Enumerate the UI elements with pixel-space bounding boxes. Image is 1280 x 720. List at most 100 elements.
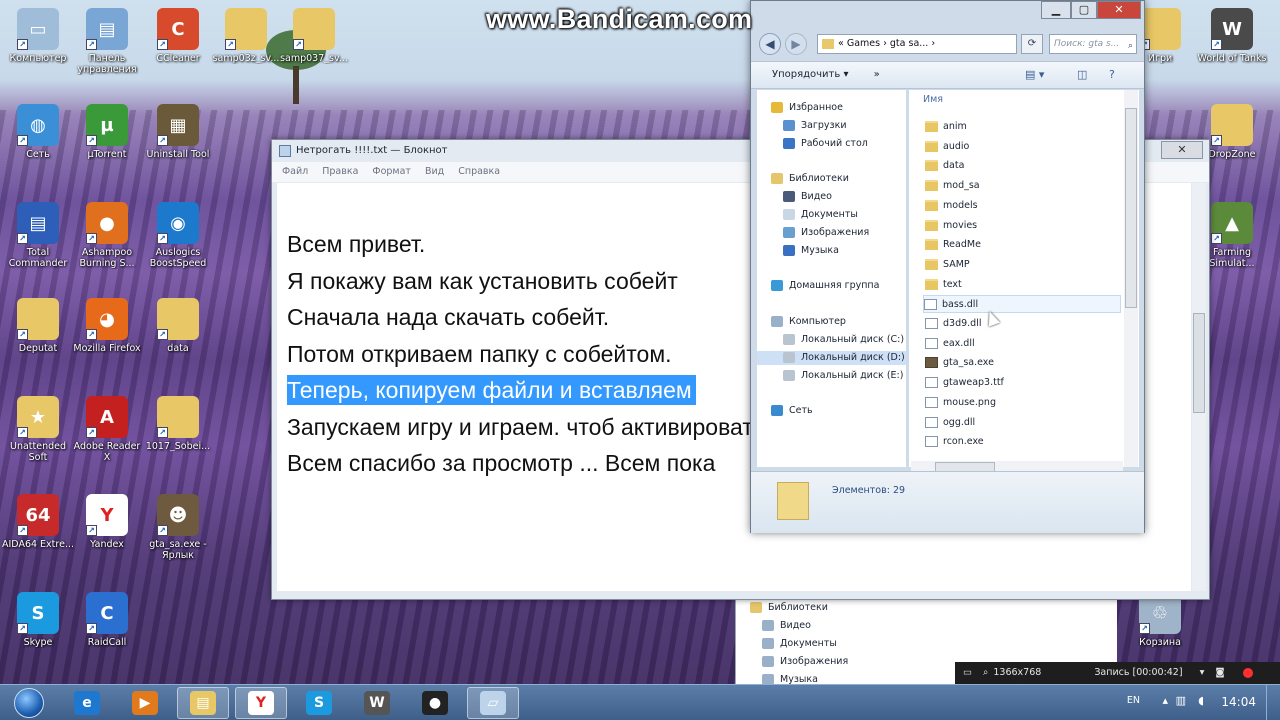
preview-pane-icon[interactable]: ◫: [1077, 67, 1087, 83]
organize-button[interactable]: Упорядочить ▾: [772, 69, 848, 80]
desktop-icon-14[interactable]: ★ ↗ Unattended Soft: [2, 396, 74, 463]
desktop-icon-12[interactable]: ◕ ↗ Mozilla Firefox: [71, 298, 143, 354]
nav-item[interactable]: Загрузки: [783, 119, 847, 133]
file-row[interactable]: models: [925, 197, 1123, 215]
desktop-icon-4[interactable]: ↗ samp037_sv...: [278, 8, 350, 64]
nav-item[interactable]: Домашняя группа: [771, 279, 879, 293]
search-icon[interactable]: ⌕: [983, 667, 988, 678]
desktop-icon-0[interactable]: ▭ ↗ Компьютер: [2, 8, 74, 64]
taskbar-media-button[interactable]: ▶: [119, 687, 171, 719]
close-button[interactable]: ✕: [1161, 141, 1203, 159]
explorer-window[interactable]: ▁ ▢ ✕ ◀ ▶ « Games › gta sa... › ⟳ Поиск:…: [750, 0, 1145, 533]
desktop-icon-8[interactable]: ▤ ↗ Total Commander: [2, 202, 74, 269]
desktop-icon-15[interactable]: A ↗ Adobe Reader X: [71, 396, 143, 463]
desktop-icon-20[interactable]: S ↗ Skype: [2, 592, 74, 648]
menu-item[interactable]: Файл: [282, 166, 308, 177]
nav-item[interactable]: Библиотеки: [750, 601, 828, 615]
name-column-header[interactable]: Имя: [923, 94, 943, 105]
nav-item[interactable]: Избранное: [771, 101, 843, 115]
nav-item[interactable]: Документы: [762, 637, 837, 651]
file-row[interactable]: ogg.dll: [925, 414, 1123, 432]
file-row[interactable]: gta_sa.exe: [925, 354, 1123, 372]
taskbar-world-of-tanks-button[interactable]: W: [351, 687, 403, 719]
desktop-icon-10[interactable]: ◉ ↗ Auslogics BoostSpeed: [142, 202, 214, 269]
breadcrumb[interactable]: « Games › gta sa... ›: [817, 34, 1017, 54]
desktop-icon-13[interactable]: ↗ data: [142, 298, 214, 354]
desktop-icon-1[interactable]: ▤ ↗ Панель управления: [71, 8, 143, 75]
record-icon[interactable]: [1243, 668, 1253, 678]
file-row[interactable]: text: [925, 276, 1123, 294]
clock[interactable]: 14:04: [1221, 695, 1256, 709]
file-row[interactable]: mod_sa: [925, 177, 1123, 195]
taskbar-ie-button[interactable]: e: [61, 687, 113, 719]
nav-item[interactable]: Музыка: [783, 244, 839, 258]
help-icon[interactable]: ?: [1109, 67, 1115, 83]
desktop-icon-right-4[interactable]: ♲ ↗ Корзина: [1124, 592, 1196, 648]
menu-item[interactable]: Вид: [425, 166, 444, 177]
notepad-scrollbar[interactable]: [1192, 183, 1206, 591]
file-row[interactable]: anim: [925, 118, 1123, 136]
desktop-icon-7[interactable]: ▦ ↗ Uninstall Tool: [142, 104, 214, 160]
network-icon[interactable]: ▥: [1176, 694, 1186, 707]
nav-item[interactable]: Библиотеки: [771, 172, 849, 186]
file-list-scrollbar[interactable]: [1124, 90, 1138, 467]
refresh-icon[interactable]: ⟳: [1021, 34, 1043, 54]
desktop-icon-18[interactable]: Y ↗ Yandex: [71, 494, 143, 550]
menu-item[interactable]: Справка: [458, 166, 500, 177]
taskbar-notepad-button[interactable]: ▱: [467, 687, 519, 719]
taskbar-skype-button[interactable]: S: [293, 687, 345, 719]
monitor-icon[interactable]: ▭: [963, 667, 972, 678]
nav-item[interactable]: Сеть: [771, 404, 813, 418]
nav-item[interactable]: Локальный диск (C:): [783, 333, 904, 347]
more-commands-button[interactable]: »: [874, 69, 880, 80]
desktop-icon-11[interactable]: ↗ Deputat: [2, 298, 74, 354]
show-desktop-button[interactable]: [1266, 685, 1280, 720]
start-button[interactable]: [4, 686, 54, 720]
action-center-icon[interactable]: ▴: [1162, 694, 1168, 707]
taskbar-bandicam-button[interactable]: ●: [409, 687, 461, 719]
nav-item[interactable]: Видео: [762, 619, 811, 633]
file-row[interactable]: mouse.png: [925, 394, 1123, 412]
scrollbar-thumb[interactable]: [1125, 108, 1137, 308]
maximize-button[interactable]: ▢: [1071, 1, 1097, 19]
desktop-icon-right-1[interactable]: W ↗ World of Tanks: [1196, 8, 1268, 64]
file-row[interactable]: data: [925, 157, 1123, 175]
chevron-down-icon[interactable]: ▾: [1200, 667, 1205, 678]
desktop-icon-19[interactable]: ☻ ↗ gta_sa.exe - Ярлык: [142, 494, 214, 561]
menu-item[interactable]: Правка: [322, 166, 358, 177]
search-input[interactable]: Поиск: gta s... ⌕: [1049, 34, 1137, 54]
language-indicator[interactable]: EN: [1127, 695, 1140, 706]
back-icon[interactable]: ◀: [759, 33, 781, 55]
file-row[interactable]: SAMP: [925, 256, 1123, 274]
desktop-icon-2[interactable]: C ↗ CCleaner: [142, 8, 214, 64]
nav-item[interactable]: Изображения: [762, 655, 848, 669]
file-row[interactable]: bass.dll: [923, 295, 1121, 314]
desktop-icon-16[interactable]: ↗ 1017_Sobei...: [142, 396, 214, 452]
forward-icon[interactable]: ▶: [785, 33, 807, 55]
scrollbar-thumb[interactable]: [1193, 313, 1205, 413]
nav-item[interactable]: Локальный диск (E:): [783, 369, 903, 383]
desktop-icon-6[interactable]: µ ↗ µTorrent: [71, 104, 143, 160]
minimize-button[interactable]: ▁: [1041, 1, 1071, 19]
file-row[interactable]: ReadMe: [925, 236, 1123, 254]
close-button[interactable]: ✕: [1097, 1, 1141, 19]
file-row[interactable]: eax.dll: [925, 335, 1123, 353]
volume-icon[interactable]: ◖: [1198, 694, 1204, 707]
taskbar-yandex-button[interactable]: Y: [235, 687, 287, 719]
file-row[interactable]: audio: [925, 138, 1123, 156]
nav-item[interactable]: Документы: [783, 208, 858, 222]
file-row[interactable]: rcon.exe: [925, 433, 1123, 451]
nav-item[interactable]: Изображения: [783, 226, 869, 240]
desktop-icon-5[interactable]: ◍ ↗ Сеть: [2, 104, 74, 160]
nav-item[interactable]: Рабочий стол: [783, 137, 868, 151]
desktop-icon-9[interactable]: ● ↗ Ashampoo Burning S...: [71, 202, 143, 269]
menu-item[interactable]: Формат: [372, 166, 411, 177]
file-row[interactable]: gtaweap3.ttf: [925, 374, 1123, 392]
desktop-icon-17[interactable]: 64 ↗ AIDA64 Extre...: [2, 494, 74, 550]
camera-icon[interactable]: ◙: [1215, 667, 1224, 678]
file-row[interactable]: movies: [925, 217, 1123, 235]
taskbar-explorer-button[interactable]: ▤: [177, 687, 229, 719]
desktop-icon-3[interactable]: ↗ samp03z_sv...: [210, 8, 282, 64]
search-icon[interactable]: ⌕: [1128, 37, 1133, 55]
view-options-icon[interactable]: ▤ ▾: [1025, 67, 1044, 83]
